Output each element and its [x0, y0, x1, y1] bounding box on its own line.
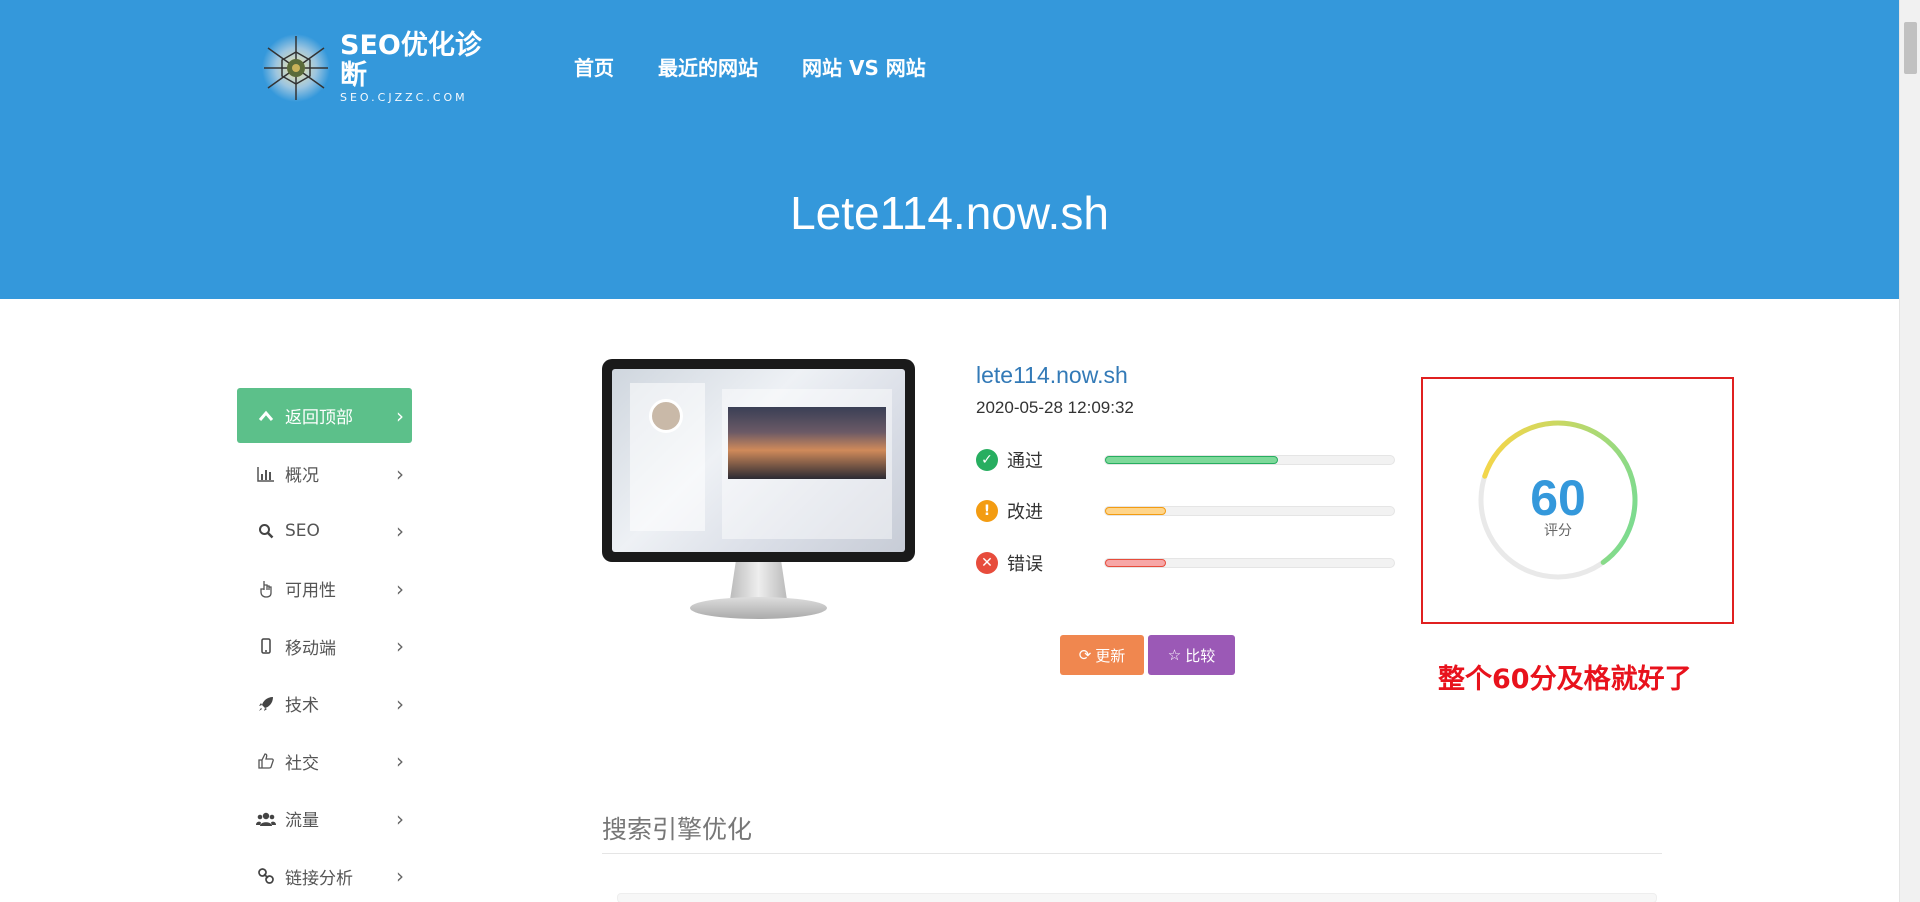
link-icon [255, 868, 277, 885]
sidebar-item-back-to-top[interactable]: 返回顶部 › [237, 388, 412, 443]
stat-row-improve: ! 改进 [976, 498, 1396, 524]
check-circle-icon: ✓ [976, 449, 998, 471]
progress-fill [1105, 456, 1279, 464]
stat-label: 错误 [1007, 554, 1043, 575]
x-circle-icon: ✕ [976, 552, 998, 574]
section-title: 搜索引擎优化 [602, 815, 753, 844]
site-screenshot-monitor [602, 359, 915, 629]
monitor-base [690, 597, 827, 619]
score-highlight-box: 60 评分 [1421, 377, 1734, 624]
sidebar-item-label: 链接分析 [285, 868, 353, 889]
sidebar-item-social[interactable]: 社交 › [237, 733, 412, 791]
bar-chart-icon [255, 466, 277, 482]
chevron-right-icon: › [396, 691, 404, 716]
annotation-text: 整个60分及格就好了 [1438, 664, 1692, 695]
header-banner: SEO优化诊断 SEO.CJZZC.COM 首页 最近的网站 网站 VS 网站 … [0, 0, 1899, 299]
chevron-right-icon: › [396, 806, 404, 831]
nav-site-vs-site[interactable]: 网站 VS 网站 [802, 52, 926, 81]
site-logo[interactable]: SEO优化诊断 SEO.CJZZC.COM [258, 30, 498, 106]
sidebar-item-usability[interactable]: 可用性 › [237, 560, 412, 618]
search-icon [255, 523, 277, 539]
nav-home[interactable]: 首页 [574, 52, 614, 81]
mobile-icon [255, 638, 277, 654]
refresh-button[interactable]: ⟳ 更新 [1060, 635, 1144, 675]
chevron-right-icon: › [396, 461, 404, 486]
spider-web-logo-icon [258, 30, 334, 106]
brand-title: SEO优化诊断 [340, 30, 482, 91]
chevron-right-icon: › [396, 403, 404, 428]
sidebar-item-label: 可用性 [285, 581, 336, 602]
sidebar-item-link-analysis[interactable]: 链接分析 › [237, 848, 412, 902]
sidebar-item-seo[interactable]: SEO › [237, 503, 412, 561]
nav-recent-sites[interactable]: 最近的网站 [658, 52, 758, 81]
chevron-right-icon: › [396, 634, 404, 659]
thumbs-up-icon [255, 753, 277, 769]
progress-bar-error [1104, 558, 1395, 568]
sidebar-item-technology[interactable]: 技术 › [237, 675, 412, 733]
stat-label: 改进 [1007, 502, 1043, 523]
sidebar-item-label: 返回顶部 [285, 408, 353, 428]
sidebar-item-label: 概况 [285, 466, 319, 487]
monitor-screen [602, 359, 915, 562]
sidebar-item-label: 社交 [285, 753, 319, 774]
score-label: 评分 [1544, 523, 1572, 539]
site-url-link[interactable]: lete114.now.sh [976, 362, 1128, 389]
scrollbar-thumb[interactable] [1904, 22, 1917, 74]
sidebar-nav: 返回顶部 › 概况 › SEO › 可用性 › 移动端 › 技术 › 社交 › … [237, 388, 412, 902]
chevron-right-icon: › [396, 576, 404, 601]
refresh-button-label: 更新 [1095, 646, 1126, 665]
compare-button-label: 比较 [1185, 646, 1216, 665]
vertical-scrollbar[interactable] [1899, 0, 1920, 902]
hand-pointer-icon [255, 580, 277, 598]
score-value: 60 [1530, 470, 1586, 526]
section-divider [602, 853, 1662, 854]
section-card [617, 893, 1657, 902]
progress-fill [1105, 559, 1166, 567]
star-icon: ☆ [1167, 646, 1182, 664]
monitor-stand [730, 562, 787, 600]
compare-button[interactable]: ☆ 比较 [1148, 635, 1235, 675]
brand-subtitle: SEO.CJZZC.COM [340, 91, 468, 104]
sidebar-item-overview[interactable]: 概况 › [237, 445, 412, 503]
sidebar-item-label: SEO [285, 521, 320, 542]
chevron-up-icon [255, 410, 277, 422]
sidebar-item-label: 移动端 [285, 638, 336, 659]
rocket-icon [255, 696, 277, 712]
sidebar-item-label: 流量 [285, 811, 319, 832]
sidebar-item-label: 技术 [285, 696, 319, 717]
exclamation-circle-icon: ! [976, 500, 998, 522]
analysis-date: 2020-05-28 12:09:32 [976, 398, 1134, 417]
chevron-right-icon: › [396, 864, 404, 889]
progress-fill [1105, 507, 1166, 515]
stat-row-pass: ✓ 通过 [976, 447, 1396, 473]
chevron-right-icon: › [396, 519, 404, 544]
sidebar-item-mobile[interactable]: 移动端 › [237, 618, 412, 676]
sidebar-item-traffic[interactable]: 流量 › [237, 790, 412, 848]
site-preview-image [612, 369, 905, 552]
users-icon [255, 811, 277, 827]
progress-bar-improve [1104, 506, 1395, 516]
progress-bar-pass [1104, 455, 1395, 465]
stat-label: 通过 [1007, 451, 1043, 472]
chevron-right-icon: › [396, 749, 404, 774]
refresh-icon: ⟳ [1078, 646, 1092, 664]
page-title: Lete114.now.sh [790, 187, 1109, 239]
stat-row-error: ✕ 错误 [976, 550, 1396, 576]
top-nav: 首页 最近的网站 网站 VS 网站 [574, 52, 970, 81]
